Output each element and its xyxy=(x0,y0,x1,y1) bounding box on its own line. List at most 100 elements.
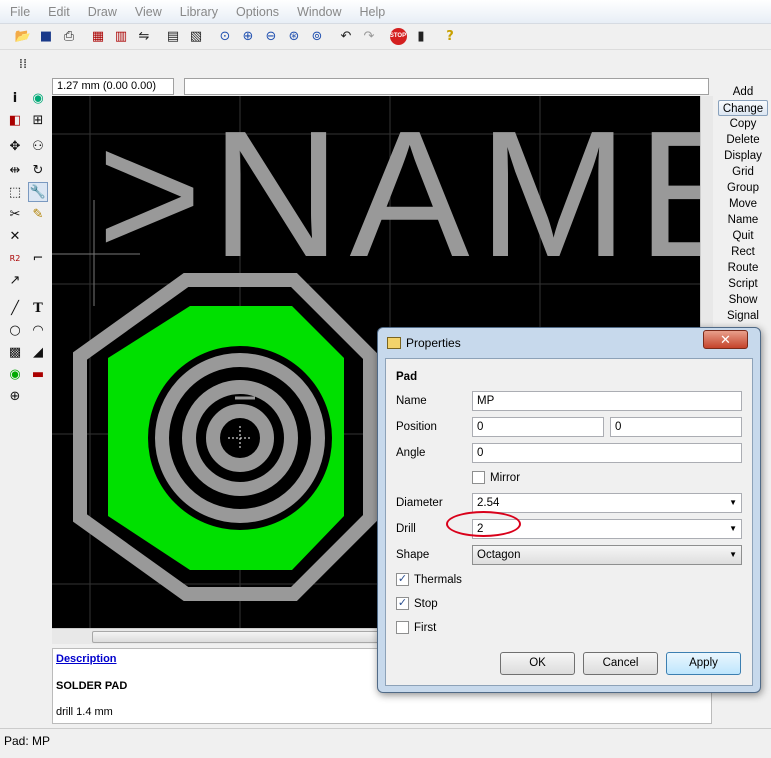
stop-checkbox[interactable]: ✓ xyxy=(396,597,409,610)
rotate-icon[interactable]: ↻ xyxy=(28,160,48,180)
cmd-move[interactable]: Move xyxy=(718,196,768,212)
mirror-label: Mirror xyxy=(490,472,521,484)
menu-view[interactable]: View xyxy=(129,5,168,19)
zoom-fit-icon[interactable]: ▤ xyxy=(162,26,184,48)
cmd-copy[interactable]: Copy xyxy=(718,116,768,132)
smash-icon[interactable]: R2 xyxy=(5,248,25,268)
arc-icon[interactable]: ◠ xyxy=(28,320,48,340)
menu-window[interactable]: Window xyxy=(291,5,347,19)
description-link[interactable]: Description xyxy=(56,653,117,665)
name-placeholder-text: >NAME xyxy=(97,96,700,295)
cancel-button[interactable]: Cancel xyxy=(583,652,658,675)
cmd-display[interactable]: Display xyxy=(718,148,768,164)
drill-label: Drill xyxy=(396,523,416,535)
shape-select[interactable]: Octagon ▼ xyxy=(472,545,742,565)
cam-icon[interactable]: ▦ xyxy=(87,26,109,48)
polygon-icon[interactable]: ◢ xyxy=(28,342,48,362)
mirror-checkbox[interactable] xyxy=(472,471,485,484)
close-icon[interactable]: ✕ xyxy=(703,330,748,349)
help-icon[interactable]: ? xyxy=(439,26,461,48)
move-icon[interactable]: ✥ xyxy=(5,136,25,156)
thermals-checkbox[interactable]: ✓ xyxy=(396,573,409,586)
first-label: First xyxy=(414,622,437,634)
menu-help[interactable]: Help xyxy=(354,5,392,19)
cmd-name[interactable]: Name xyxy=(718,212,768,228)
rect-icon[interactable]: ▩ xyxy=(5,342,25,362)
thermals-label: Thermals xyxy=(414,574,462,586)
copy-icon[interactable]: ⚇ xyxy=(28,136,48,156)
redo-icon[interactable]: ↷ xyxy=(358,26,380,48)
cmd-group[interactable]: Group xyxy=(718,180,768,196)
cmd-show[interactable]: Show xyxy=(718,292,768,308)
dialog-title: Properties xyxy=(406,336,461,350)
ok-button[interactable]: OK xyxy=(500,652,575,675)
first-checkbox[interactable] xyxy=(396,621,409,634)
position-x-field[interactable]: 0 xyxy=(472,417,604,437)
cmd-add[interactable]: Add xyxy=(718,84,768,100)
miter-icon[interactable]: ⌐ xyxy=(28,248,48,268)
menu-file[interactable]: File xyxy=(4,5,36,19)
menu-edit[interactable]: Edit xyxy=(42,5,76,19)
cmd-route[interactable]: Route xyxy=(718,260,768,276)
position-label: Position xyxy=(396,421,437,433)
smd-icon[interactable]: ▬ xyxy=(28,364,48,384)
change-icon[interactable]: 🔧 xyxy=(28,182,48,202)
name-field[interactable]: MP xyxy=(472,391,742,411)
ulp-icon[interactable]: ▥ xyxy=(110,26,132,48)
group-icon[interactable]: ⬚ xyxy=(5,182,25,202)
zoom-redraw-icon[interactable]: ⊛ xyxy=(283,26,305,48)
menu-bar: File Edit Draw View Library Options Wind… xyxy=(0,0,771,24)
description-body: drill 1.4 mm xyxy=(56,706,113,718)
paste-icon[interactable]: ✎ xyxy=(28,204,48,224)
pad-icon[interactable]: ◉ xyxy=(5,364,25,384)
info-icon[interactable]: i xyxy=(5,88,25,108)
cut-icon[interactable]: ✂ xyxy=(5,204,25,224)
split-icon[interactable]: ↗ xyxy=(5,270,25,290)
diameter-combo[interactable]: 2.54 ▼ xyxy=(472,493,742,513)
tool-palette: i ◉ ◧ ⊞ ✥ ⚇ ⇹ ↻ ⬚ 🔧 ✂ ✎ ✕ R2 ⌐ ↗ ╱ T ○ ◠… xyxy=(0,84,52,724)
script-icon[interactable]: ⇋ xyxy=(133,26,155,48)
cmd-delete[interactable]: Delete xyxy=(718,132,768,148)
show-icon[interactable]: ◉ xyxy=(28,88,48,108)
mirror-icon[interactable]: ⇹ xyxy=(5,160,25,180)
delete-icon[interactable]: ✕ xyxy=(5,226,25,246)
display-icon[interactable]: ◧ xyxy=(5,110,25,130)
hole-icon[interactable]: ⊕ xyxy=(5,386,25,406)
zoom-in-icon[interactable]: ▧ xyxy=(185,26,207,48)
cmd-rect[interactable]: Rect xyxy=(718,244,768,260)
stop-label: Stop xyxy=(414,598,438,610)
coordinate-readout: 1.27 mm (0.00 0.00) xyxy=(52,78,174,95)
chevron-down-icon: ▼ xyxy=(729,524,737,533)
text-icon[interactable]: T xyxy=(28,298,48,318)
grid-dots-icon[interactable]: ⁞⁞ xyxy=(12,53,34,75)
stop-icon[interactable]: STOP xyxy=(387,26,409,48)
shape-value: Octagon xyxy=(477,549,521,561)
menu-draw[interactable]: Draw xyxy=(82,5,123,19)
angle-field[interactable]: 0 xyxy=(472,443,742,463)
angle-label: Angle xyxy=(396,447,426,459)
print-icon[interactable]: ⎙ xyxy=(58,26,80,48)
position-y-field[interactable]: 0 xyxy=(610,417,742,437)
menu-library[interactable]: Library xyxy=(174,5,224,19)
chevron-down-icon: ▼ xyxy=(729,498,737,507)
cmd-signal[interactable]: Signal xyxy=(718,308,768,324)
go-icon[interactable]: ▮ xyxy=(410,26,432,48)
zoom-select-icon[interactable]: ⊚ xyxy=(306,26,328,48)
cmd-script[interactable]: Script xyxy=(718,276,768,292)
menu-options[interactable]: Options xyxy=(230,5,285,19)
wire-icon[interactable]: ╱ xyxy=(5,298,25,318)
cmd-quit[interactable]: Quit xyxy=(718,228,768,244)
undo-icon[interactable]: ↶ xyxy=(335,26,357,48)
circle-icon[interactable]: ○ xyxy=(5,320,25,340)
cmd-grid[interactable]: Grid xyxy=(718,164,768,180)
save-icon[interactable]: ■ xyxy=(35,26,57,48)
command-line-input[interactable] xyxy=(184,78,709,95)
zoom-in2-icon[interactable]: ⊕ xyxy=(237,26,259,48)
cmd-change[interactable]: Change xyxy=(718,100,768,116)
zoom-fit2-icon[interactable]: ⊙ xyxy=(214,26,236,48)
zoom-out-icon[interactable]: ⊖ xyxy=(260,26,282,48)
open-icon[interactable]: 📂 xyxy=(12,26,34,48)
mark-icon[interactable]: ⊞ xyxy=(28,110,48,130)
coord-bar: 1.27 mm (0.00 0.00) xyxy=(52,77,712,96)
apply-button[interactable]: Apply xyxy=(666,652,741,675)
